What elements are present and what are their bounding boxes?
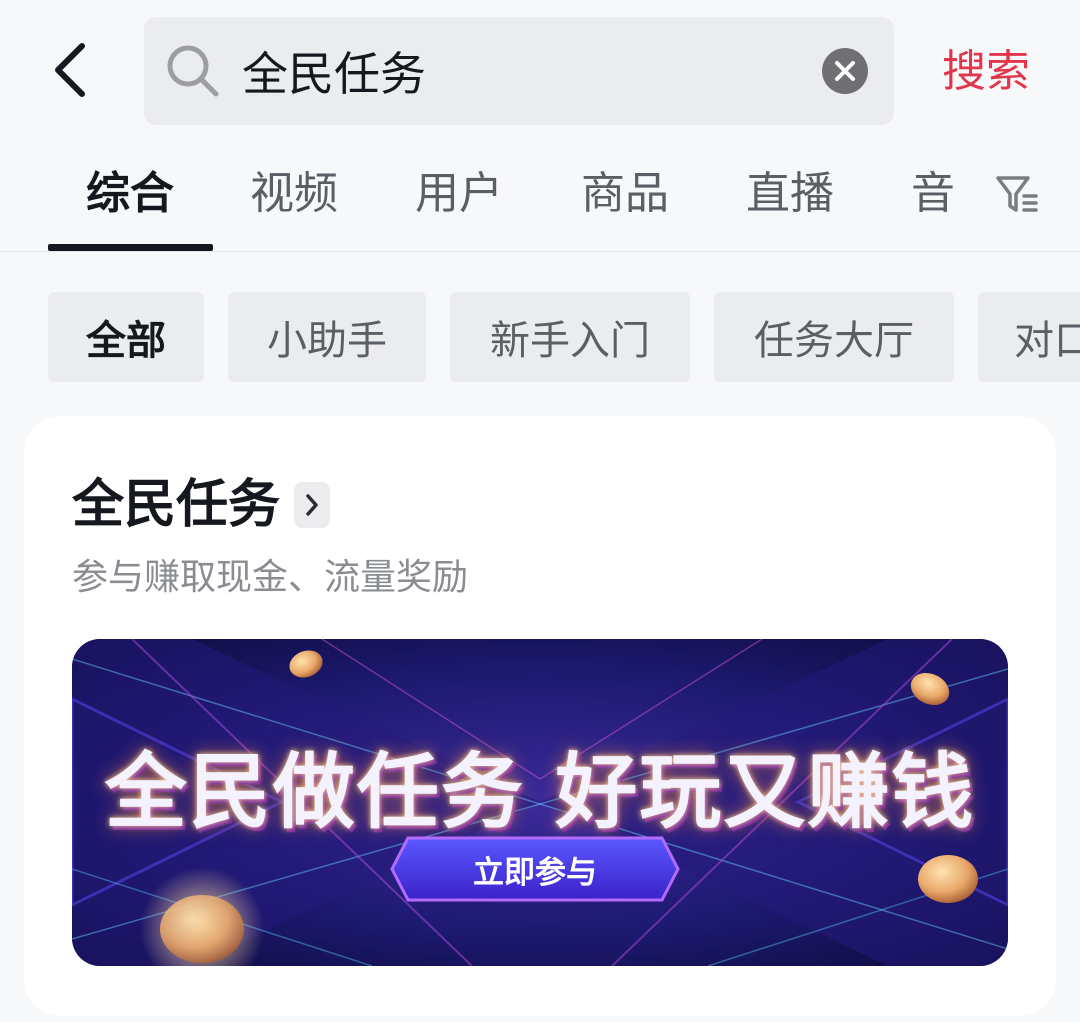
close-icon [835,61,855,81]
search-header: 搜索 [0,0,1080,140]
filter-icon[interactable] [994,172,1040,218]
tab-music[interactable]: 音 [911,162,955,226]
tab-live[interactable]: 直播 [746,162,834,226]
tab-comprehensive[interactable]: 综合 [86,162,174,226]
search-button[interactable]: 搜索 [942,44,1030,100]
active-tab-indicator [48,244,213,251]
task-card: 全民任务 参与赚取现金、流量奖励 全民做任务 好玩又赚钱 立即参与 [24,416,1056,1016]
tab-products[interactable]: 商品 [581,162,669,226]
search-input[interactable] [242,39,802,103]
search-bar[interactable] [144,17,894,125]
card-subtitle: 参与赚取现金、流量奖励 [72,557,469,598]
back-button[interactable] [38,38,102,102]
banner-headline: 全民做任务 好玩又赚钱 [104,745,976,840]
promo-banner[interactable]: 全民做任务 好玩又赚钱 立即参与 [72,639,1008,966]
clear-search-button[interactable] [822,48,868,94]
tab-video[interactable]: 视频 [250,162,338,226]
card-title-link[interactable]: 全民任务 [72,472,331,538]
chevron-right-icon [294,482,331,528]
category-chips: 全部 小助手 新手入门 任务大厅 对口 [0,292,1080,384]
result-tabs: 综合 视频 用户 商品 直播 音 [0,140,1080,252]
chip-beginner[interactable]: 新手入门 [450,292,690,382]
chip-matching[interactable]: 对口 [978,292,1080,382]
chevron-left-icon [55,43,85,97]
chip-assistant[interactable]: 小助手 [228,292,426,382]
search-icon [167,45,219,97]
cta-label: 立即参与 [473,854,597,891]
chip-task-hall[interactable]: 任务大厅 [714,292,954,382]
join-now-button[interactable]: 立即参与 [390,836,680,902]
chip-all[interactable]: 全部 [48,292,204,382]
tab-users[interactable]: 用户 [415,162,503,226]
card-title: 全民任务 [72,475,281,535]
